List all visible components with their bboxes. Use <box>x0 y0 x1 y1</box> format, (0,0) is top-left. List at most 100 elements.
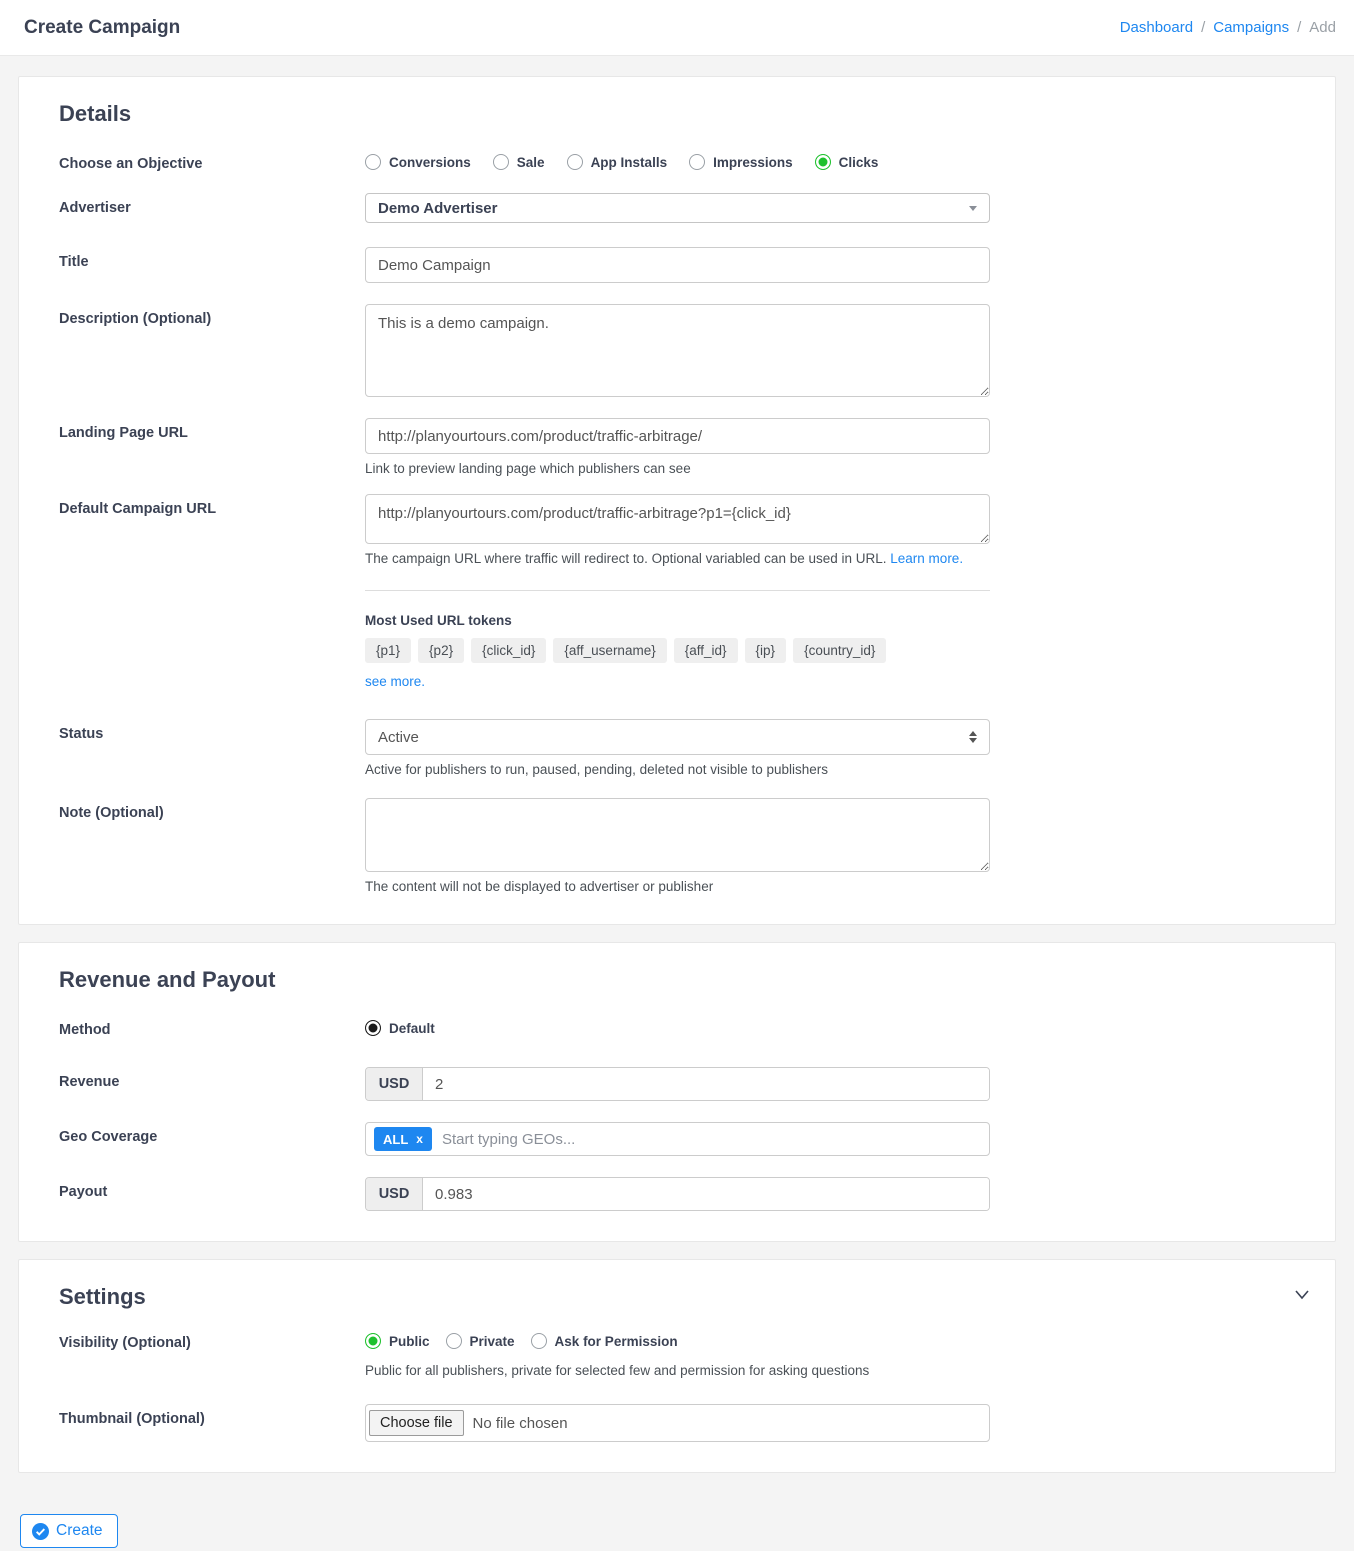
radio-icon <box>689 154 705 170</box>
token-chip[interactable]: {aff_id} <box>674 638 738 663</box>
geo-typeahead-input[interactable] <box>442 1131 981 1148</box>
chevron-down-icon <box>969 206 977 211</box>
geo-coverage-row: Geo Coverage ALL x <box>41 1122 1313 1156</box>
radio-icon <box>365 154 381 170</box>
radio-private[interactable]: Private <box>446 1333 515 1349</box>
landing-url-row: Landing Page URL Link to preview landing… <box>41 418 1313 476</box>
method-row: Method Default <box>41 1015 1313 1041</box>
radio-clicks[interactable]: Clicks <box>815 154 879 170</box>
revenue-input-group: USD <box>365 1067 990 1101</box>
radio-impressions[interactable]: Impressions <box>689 154 793 170</box>
radio-icon <box>365 1333 381 1349</box>
campaign-url-help: The campaign URL where traffic will redi… <box>365 551 990 566</box>
divider <box>365 590 990 591</box>
description-label: Description (Optional) <box>41 304 365 397</box>
thumbnail-file-input[interactable]: Choose file No file chosen <box>365 1404 990 1442</box>
page-title: Create Campaign <box>24 17 180 39</box>
see-more-link[interactable]: see more. <box>365 674 425 689</box>
currency-addon: USD <box>366 1068 423 1100</box>
method-label: Method <box>41 1015 365 1041</box>
campaign-url-textarea[interactable]: http://planyourtours.com/product/traffic… <box>365 494 990 544</box>
token-chip[interactable]: {aff_username} <box>553 638 666 663</box>
payout-label: Payout <box>41 1177 365 1211</box>
radio-sale[interactable]: Sale <box>493 154 545 170</box>
title-row: Title <box>41 247 1313 283</box>
geo-coverage-input-box[interactable]: ALL x <box>365 1122 990 1156</box>
radio-ask-for-permission[interactable]: Ask for Permission <box>531 1333 678 1349</box>
status-select[interactable]: Active <box>365 719 990 755</box>
revenue-payout-heading: Revenue and Payout <box>41 967 1313 993</box>
breadcrumb-campaigns-link[interactable]: Campaigns <box>1213 19 1289 36</box>
description-textarea[interactable]: This is a demo campaign. <box>365 304 990 397</box>
top-header: Create Campaign Dashboard / Campaigns / … <box>0 0 1354 56</box>
token-chip[interactable]: {p1} <box>365 638 411 663</box>
details-heading: Details <box>41 101 1313 127</box>
campaign-url-label: Default Campaign URL <box>41 494 365 613</box>
objective-row: Choose an Objective Conversions Sale App… <box>41 149 1313 172</box>
radio-public[interactable]: Public <box>365 1333 430 1349</box>
thumbnail-row: Thumbnail (Optional) Choose file No file… <box>41 1404 1313 1442</box>
landing-url-input[interactable] <box>365 418 990 454</box>
title-input[interactable] <box>365 247 990 283</box>
settings-card: Settings Visibility (Optional) Public Pr… <box>18 1259 1336 1473</box>
revenue-label: Revenue <box>41 1067 365 1101</box>
token-chip[interactable]: {ip} <box>745 638 787 663</box>
radio-icon <box>567 154 583 170</box>
radio-icon <box>365 1020 381 1036</box>
description-row: Description (Optional) This is a demo ca… <box>41 304 1313 397</box>
revenue-row: Revenue USD <box>41 1067 1313 1101</box>
remove-chip-icon[interactable]: x <box>416 1132 423 1146</box>
radio-icon <box>531 1333 547 1349</box>
revenue-payout-card: Revenue and Payout Method Default Revenu… <box>18 942 1336 1242</box>
token-chips: {p1} {p2} {click_id} {aff_username} {aff… <box>365 638 990 663</box>
visibility-row: Visibility (Optional) Public Private Ask… <box>41 1328 1313 1378</box>
choose-file-button[interactable]: Choose file <box>369 1410 464 1436</box>
token-chip[interactable]: {country_id} <box>793 638 886 663</box>
token-chip[interactable]: {p2} <box>418 638 464 663</box>
details-card: Details Choose an Objective Conversions … <box>18 76 1336 925</box>
visibility-radio-group: Public Private Ask for Permission <box>365 1328 990 1349</box>
note-textarea[interactable] <box>365 798 990 872</box>
payout-input[interactable] <box>423 1178 989 1210</box>
tokens-title: Most Used URL tokens <box>365 613 990 628</box>
main-content: Details Choose an Objective Conversions … <box>0 56 1354 1548</box>
breadcrumb-current: Add <box>1309 19 1336 36</box>
note-help: The content will not be displayed to adv… <box>365 879 990 894</box>
check-circle-icon <box>32 1523 49 1540</box>
currency-addon: USD <box>366 1178 423 1210</box>
visibility-help: Public for all publishers, private for s… <box>365 1363 990 1378</box>
create-button[interactable]: Create <box>20 1514 118 1548</box>
title-label: Title <box>41 247 365 283</box>
chevron-down-icon[interactable] <box>1293 1288 1311 1307</box>
thumbnail-label: Thumbnail (Optional) <box>41 1404 365 1442</box>
learn-more-link[interactable]: Learn more. <box>890 551 963 566</box>
settings-heading: Settings <box>41 1284 1313 1310</box>
radio-icon <box>815 154 831 170</box>
breadcrumb-separator: / <box>1201 19 1205 36</box>
note-row: Note (Optional) The content will not be … <box>41 798 1313 894</box>
note-label: Note (Optional) <box>41 798 365 894</box>
url-tokens-block: Most Used URL tokens {p1} {p2} {click_id… <box>365 613 990 691</box>
token-chip[interactable]: {click_id} <box>471 638 546 663</box>
breadcrumb-dashboard-link[interactable]: Dashboard <box>1120 19 1193 36</box>
file-status-text: No file chosen <box>473 1415 568 1432</box>
status-label: Status <box>41 719 365 777</box>
radio-conversions[interactable]: Conversions <box>365 154 471 170</box>
payout-input-group: USD <box>365 1177 990 1211</box>
radio-app-installs[interactable]: App Installs <box>567 154 668 170</box>
landing-url-label: Landing Page URL <box>41 418 365 476</box>
objective-label: Choose an Objective <box>41 149 365 172</box>
advertiser-row: Advertiser Demo Advertiser <box>41 193 1313 223</box>
revenue-input[interactable] <box>423 1068 989 1100</box>
landing-url-help: Link to preview landing page which publi… <box>365 461 990 476</box>
visibility-label: Visibility (Optional) <box>41 1328 365 1378</box>
select-arrows-icon <box>969 731 977 743</box>
form-footer: Create <box>18 1490 1336 1548</box>
status-row: Status Active Active for publishers to r… <box>41 719 1313 777</box>
objective-radio-group: Conversions Sale App Installs Impression… <box>365 149 990 170</box>
advertiser-select[interactable]: Demo Advertiser <box>365 193 990 223</box>
geo-chip-all[interactable]: ALL x <box>374 1127 432 1151</box>
breadcrumb: Dashboard / Campaigns / Add <box>1120 19 1336 36</box>
payout-row: Payout USD <box>41 1177 1313 1211</box>
radio-method-default[interactable]: Default <box>365 1015 435 1036</box>
